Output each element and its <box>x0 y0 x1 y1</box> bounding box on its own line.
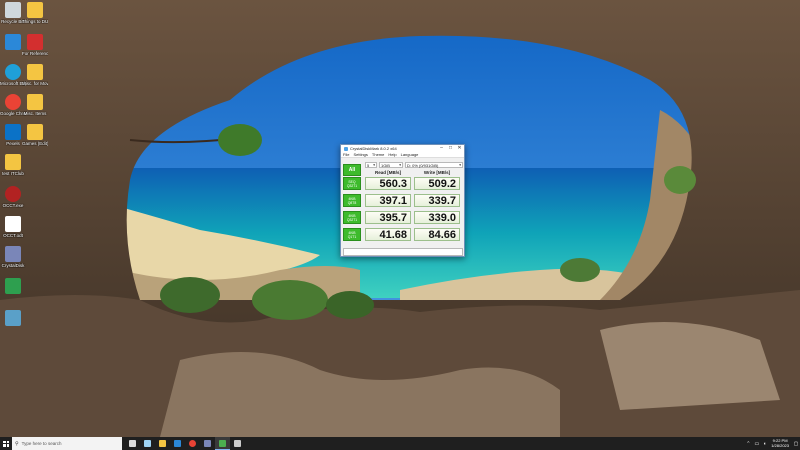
desktop-icon-file-2[interactable]: Misc. Items <box>22 94 48 116</box>
taskbar: ⚲ Type here to search ⌃ ▭ ◖ 9:22 PM 1/28… <box>0 437 800 450</box>
desktop-icon-file[interactable]: Misc. for Movie <box>22 64 48 86</box>
app-icon <box>5 278 21 294</box>
taskbar-app-explorer[interactable] <box>155 437 170 450</box>
clock-date: 1/28/2023 <box>771 442 789 448</box>
app-icon <box>344 146 348 151</box>
menu-settings[interactable]: Settings <box>353 152 367 157</box>
desktop-icon-app-2[interactable] <box>0 278 26 295</box>
maximize-button[interactable]: □ <box>446 145 455 152</box>
taskbar-apps <box>125 437 245 450</box>
task-view-icon <box>129 440 136 447</box>
read-result-4k-q1t1: 41.68 <box>365 228 411 241</box>
taskbar-app-chrome[interactable] <box>185 437 200 450</box>
window-title: CrystalDiskMark 8.0.2 x64 <box>350 146 397 151</box>
taskbar-app-crystaldiskmark[interactable] <box>215 437 230 450</box>
search-placeholder: Type here to search <box>21 441 62 446</box>
desktop-icon-folder-2[interactable]: test ITClub <box>0 154 26 176</box>
pdf-file-icon <box>27 34 43 50</box>
crystaldiskmark-window: CrystalDiskMark 8.0.2 x64 – □ ✕ File Set… <box>340 144 465 257</box>
volume-icon[interactable]: ◖ <box>763 441 766 447</box>
desktop-icon-file-3[interactable]: Games (Edit) <box>22 124 48 146</box>
taskbar-search-box[interactable]: ⚲ Type here to search <box>12 437 122 450</box>
network-icon[interactable]: ▭ <box>754 441 759 447</box>
taskbar-app-store[interactable] <box>170 437 185 450</box>
crystaldisk-icon <box>5 246 21 262</box>
desktop-icon-occt[interactable]: OCCT.exe <box>0 186 26 208</box>
document-icon <box>5 216 21 232</box>
menu-help[interactable]: Help <box>388 152 396 157</box>
app-icon <box>204 440 211 447</box>
desktop-icon-app-3[interactable] <box>0 310 26 327</box>
write-result-4k-q32t1: 339.0 <box>414 211 460 224</box>
menu-theme[interactable]: Theme <box>372 152 384 157</box>
windows-logo-icon <box>3 440 9 447</box>
file-icon <box>27 94 43 110</box>
test-4k-q8t8-button[interactable]: 4KiB Q8T8 <box>343 194 361 207</box>
file-icon <box>27 124 43 140</box>
test-4k-q1t1-button[interactable]: 4KiB Q1T1 <box>343 228 361 241</box>
read-result-seq-q32t1: 560.3 <box>365 177 411 190</box>
chevron-down-icon: ▾ <box>373 163 375 167</box>
read-result-4k-q32t1: 395.7 <box>365 211 411 224</box>
taskbar-app[interactable] <box>200 437 215 450</box>
write-result-4k-q1t1: 84.66 <box>414 228 460 241</box>
occt-icon <box>5 186 21 202</box>
drive-select[interactable]: D: 0% (0/931GiB) ▾ <box>405 162 463 168</box>
read-header: Read [MB/s] <box>374 170 401 175</box>
folder-icon <box>159 440 166 447</box>
desktop-icon-crystaldisk[interactable]: CrystalDisk <box>0 246 26 268</box>
comment-field[interactable] <box>343 248 463 256</box>
size-select[interactable]: 1GiB ▾ <box>379 162 403 168</box>
taskbar-app-2[interactable] <box>230 437 245 450</box>
taskbar-task-view[interactable] <box>125 437 140 450</box>
app-icon <box>5 34 21 50</box>
chevron-up-icon[interactable]: ⌃ <box>746 441 750 447</box>
minimize-button[interactable]: – <box>437 145 446 152</box>
window-titlebar[interactable]: CrystalDiskMark 8.0.2 x64 – □ ✕ <box>341 145 464 152</box>
test-seq-q32t1-button[interactable]: SEQ Q32T1 <box>343 177 361 190</box>
system-tray: ⌃ ▭ ◖ 9:22 PM 1/28/2023 ▢ <box>744 437 800 450</box>
edge-icon <box>5 64 21 80</box>
chevron-down-icon: ▾ <box>399 163 401 167</box>
recycle-bin-icon <box>5 2 21 18</box>
folder-icon <box>5 154 21 170</box>
write-header: Write [MB/s] <box>423 170 451 175</box>
write-result-4k-q8t8: 339.7 <box>414 194 460 207</box>
notification-icon[interactable]: ▢ <box>792 437 800 450</box>
desktop-icon-folder[interactable]: Things to DUMP Chrome <box>22 2 48 24</box>
app-icon <box>234 440 241 447</box>
count-select[interactable]: 5 ▾ <box>365 162 377 168</box>
write-result-seq-q32t1: 509.2 <box>414 177 460 190</box>
store-icon <box>174 440 181 447</box>
read-result-4k-q8t8: 397.1 <box>365 194 411 207</box>
desktop-icon-document[interactable]: OCCT.odt <box>0 216 26 238</box>
start-button[interactable] <box>0 437 12 450</box>
test-4k-q32t1-button[interactable]: 4KiB Q32T1 <box>343 211 361 224</box>
chrome-icon <box>189 440 196 447</box>
search-icon: ⚲ <box>15 440 19 447</box>
pexels-icon <box>5 124 21 140</box>
folder-icon <box>27 2 43 18</box>
app-icon <box>5 310 21 326</box>
crystaldiskmark-icon <box>219 439 226 447</box>
file-manager-icon <box>144 440 151 447</box>
clock[interactable]: 9:22 PM 1/28/2023 <box>771 438 789 448</box>
close-button[interactable]: ✕ <box>455 145 464 152</box>
chrome-icon <box>5 94 21 110</box>
menu-bar: File Settings Theme Help Language <box>341 152 464 158</box>
menu-language[interactable]: Language <box>401 152 419 157</box>
chevron-down-icon: ▾ <box>459 163 461 167</box>
menu-file[interactable]: File <box>343 152 349 157</box>
taskbar-app-file-manager[interactable] <box>140 437 155 450</box>
file-icon <box>27 64 43 80</box>
desktop-icon-pdf[interactable]: For Reference <box>22 34 48 56</box>
all-button[interactable]: All <box>343 164 361 176</box>
